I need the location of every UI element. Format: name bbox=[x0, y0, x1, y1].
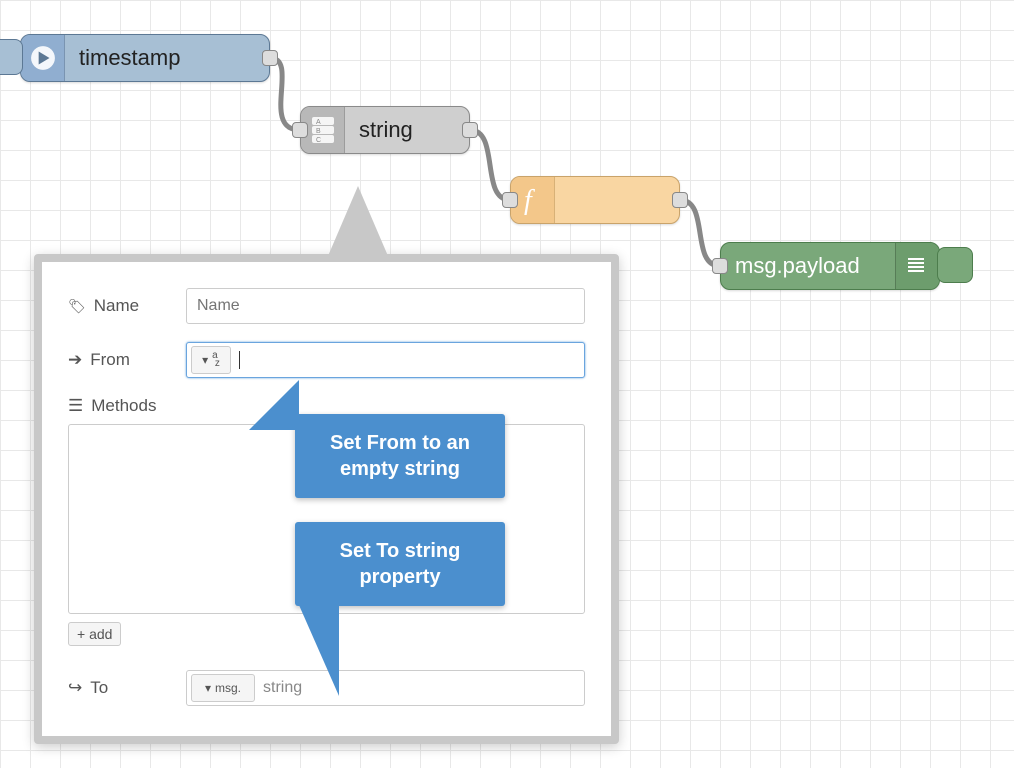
node-label: timestamp bbox=[65, 35, 269, 81]
node-inject[interactable]: timestamp bbox=[20, 34, 270, 82]
debug-icon bbox=[895, 243, 939, 289]
add-method-button[interactable]: add bbox=[68, 622, 121, 646]
input-port[interactable] bbox=[502, 192, 518, 208]
arrow-right-icon bbox=[21, 35, 65, 81]
from-type-selector[interactable]: a z bbox=[191, 346, 231, 374]
name-input[interactable] bbox=[186, 288, 585, 324]
callout-tail bbox=[295, 596, 339, 696]
methods-label: Methods bbox=[68, 396, 186, 416]
node-label bbox=[555, 177, 679, 223]
svg-text:B: B bbox=[316, 128, 321, 135]
string-type-icon: a z bbox=[212, 352, 220, 368]
node-label: msg.payload bbox=[721, 243, 895, 289]
callout-text: Set To string property bbox=[340, 540, 461, 588]
tag-icon bbox=[68, 296, 86, 316]
config-card-pointer bbox=[328, 186, 388, 256]
methods-row: Methods bbox=[68, 396, 585, 416]
text-cursor bbox=[239, 351, 240, 369]
list-icon bbox=[68, 396, 83, 416]
output-port[interactable] bbox=[672, 192, 688, 208]
name-label: Name bbox=[68, 296, 186, 316]
to-input[interactable]: msg. string bbox=[186, 670, 585, 706]
msg-type-label: msg. bbox=[215, 681, 241, 695]
to-label: To bbox=[68, 678, 186, 698]
callout-to: Set To string property bbox=[295, 522, 505, 606]
svg-text:A: A bbox=[316, 119, 321, 126]
svg-text:C: C bbox=[316, 137, 321, 143]
node-function[interactable]: f bbox=[510, 176, 680, 224]
svg-text:f: f bbox=[524, 185, 535, 215]
from-label: From bbox=[68, 350, 186, 370]
callout-from: Set From to an empty string bbox=[295, 414, 505, 498]
chevron-down-icon bbox=[205, 681, 211, 695]
callout-tail bbox=[249, 380, 299, 430]
arrow-in-icon bbox=[68, 350, 82, 370]
label-text: Name bbox=[94, 296, 139, 316]
plus-icon bbox=[77, 626, 85, 642]
add-button-label: add bbox=[89, 626, 112, 642]
debug-toggle-button[interactable] bbox=[937, 247, 973, 283]
node-debug[interactable]: msg.payload bbox=[720, 242, 940, 290]
output-port[interactable] bbox=[462, 122, 478, 138]
inject-trigger-button[interactable] bbox=[0, 39, 23, 75]
to-type-selector[interactable]: msg. bbox=[191, 674, 255, 702]
node-label: string bbox=[345, 107, 469, 153]
chevron-down-icon bbox=[202, 353, 208, 367]
name-row: Name bbox=[68, 288, 585, 324]
label-text: From bbox=[90, 350, 130, 370]
callout-text: Set From to an empty string bbox=[330, 432, 470, 480]
input-port[interactable] bbox=[712, 258, 728, 274]
node-string[interactable]: ABC string bbox=[300, 106, 470, 154]
from-input[interactable]: a z bbox=[186, 342, 585, 378]
output-port[interactable] bbox=[262, 50, 278, 66]
label-text: Methods bbox=[91, 396, 156, 416]
label-text: To bbox=[90, 678, 108, 698]
from-row: From a z bbox=[68, 342, 585, 378]
input-port[interactable] bbox=[292, 122, 308, 138]
arrow-out-icon bbox=[68, 678, 82, 698]
